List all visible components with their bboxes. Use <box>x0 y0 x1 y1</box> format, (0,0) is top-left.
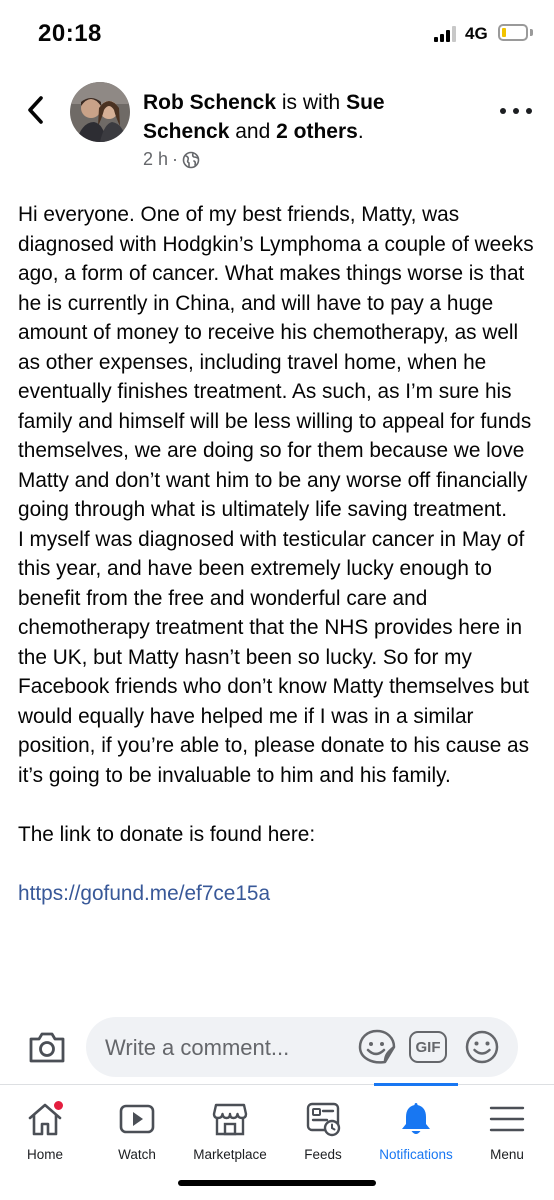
post-paragraph: Hi everyone. One of my best friends, Mat… <box>18 203 534 521</box>
battery-cap <box>530 29 533 36</box>
status-time: 20:18 <box>38 20 102 47</box>
tab-feeds-label: Feeds <box>304 1147 342 1162</box>
post-paragraph: The link to donate is found here: <box>18 822 316 846</box>
tab-marketplace-label: Marketplace <box>193 1147 267 1162</box>
others-link[interactable]: 2 others <box>276 120 358 143</box>
battery-icon <box>498 24 528 41</box>
more-options-button[interactable] <box>500 104 532 118</box>
comment-placeholder: Write a comment... <box>105 1035 290 1060</box>
menu-icon <box>487 1099 527 1139</box>
bell-icon <box>396 1099 436 1139</box>
globe-icon <box>182 151 200 168</box>
avatar-photo <box>70 82 130 142</box>
author-name-link[interactable]: Rob Schenck <box>143 91 276 114</box>
tab-watch[interactable]: Watch <box>108 1085 166 1175</box>
camera-icon <box>29 1032 65 1063</box>
with-text: is with <box>276 91 347 114</box>
feeds-icon <box>303 1099 343 1139</box>
camera-button[interactable] <box>27 1029 67 1065</box>
tab-notifications-label: Notifications <box>379 1147 453 1162</box>
tab-watch-label: Watch <box>118 1147 156 1162</box>
comment-input[interactable]: Write a comment... GIF <box>86 1017 518 1077</box>
sticker-button[interactable] <box>357 1028 397 1066</box>
marketplace-icon <box>210 1099 250 1139</box>
chevron-left-icon <box>28 96 43 124</box>
author-avatar[interactable] <box>70 82 130 142</box>
more-dot <box>500 108 506 114</box>
and-text: and <box>229 120 277 143</box>
tab-feeds[interactable]: Feeds <box>294 1085 352 1175</box>
status-bar: 20:18 4G <box>0 0 554 68</box>
post-body: Hi everyone. One of my best friends, Mat… <box>18 200 543 908</box>
emoji-button[interactable] <box>464 1029 500 1065</box>
home-indicator[interactable] <box>178 1180 376 1186</box>
tab-notifications[interactable]: Notifications <box>370 1085 462 1175</box>
post-paragraph: I myself was diagnosed with testicular c… <box>18 527 530 787</box>
network-type: 4G <box>465 24 488 43</box>
sticker-icon <box>358 1029 396 1064</box>
period-text: . <box>357 120 364 143</box>
home-notification-badge <box>52 1099 65 1112</box>
signal-strength-icon <box>434 26 458 42</box>
comment-bar: Write a comment... GIF <box>0 1010 554 1084</box>
tab-home-label: Home <box>26 1147 63 1162</box>
post-time[interactable]: 2 h <box>143 149 168 170</box>
more-dot <box>513 108 519 114</box>
tab-marketplace[interactable]: Marketplace <box>186 1085 274 1175</box>
tab-menu[interactable]: Menu <box>478 1085 536 1175</box>
post-author-line: Rob Schenck is with Sue Schenck and 2 ot… <box>143 88 473 146</box>
post-meta: 2 h · <box>143 149 200 170</box>
emoji-icon <box>465 1030 499 1064</box>
tab-home[interactable]: Home <box>16 1085 74 1175</box>
more-dot <box>526 108 532 114</box>
back-button[interactable] <box>22 92 52 128</box>
tab-menu-label: Menu <box>490 1147 524 1162</box>
watch-icon <box>117 1099 157 1139</box>
donate-link[interactable]: https://gofund.me/ef7ce15a <box>18 879 543 909</box>
gif-button[interactable]: GIF <box>409 1031 447 1063</box>
home-icon <box>25 1099 65 1139</box>
meta-separator: · <box>172 149 179 169</box>
